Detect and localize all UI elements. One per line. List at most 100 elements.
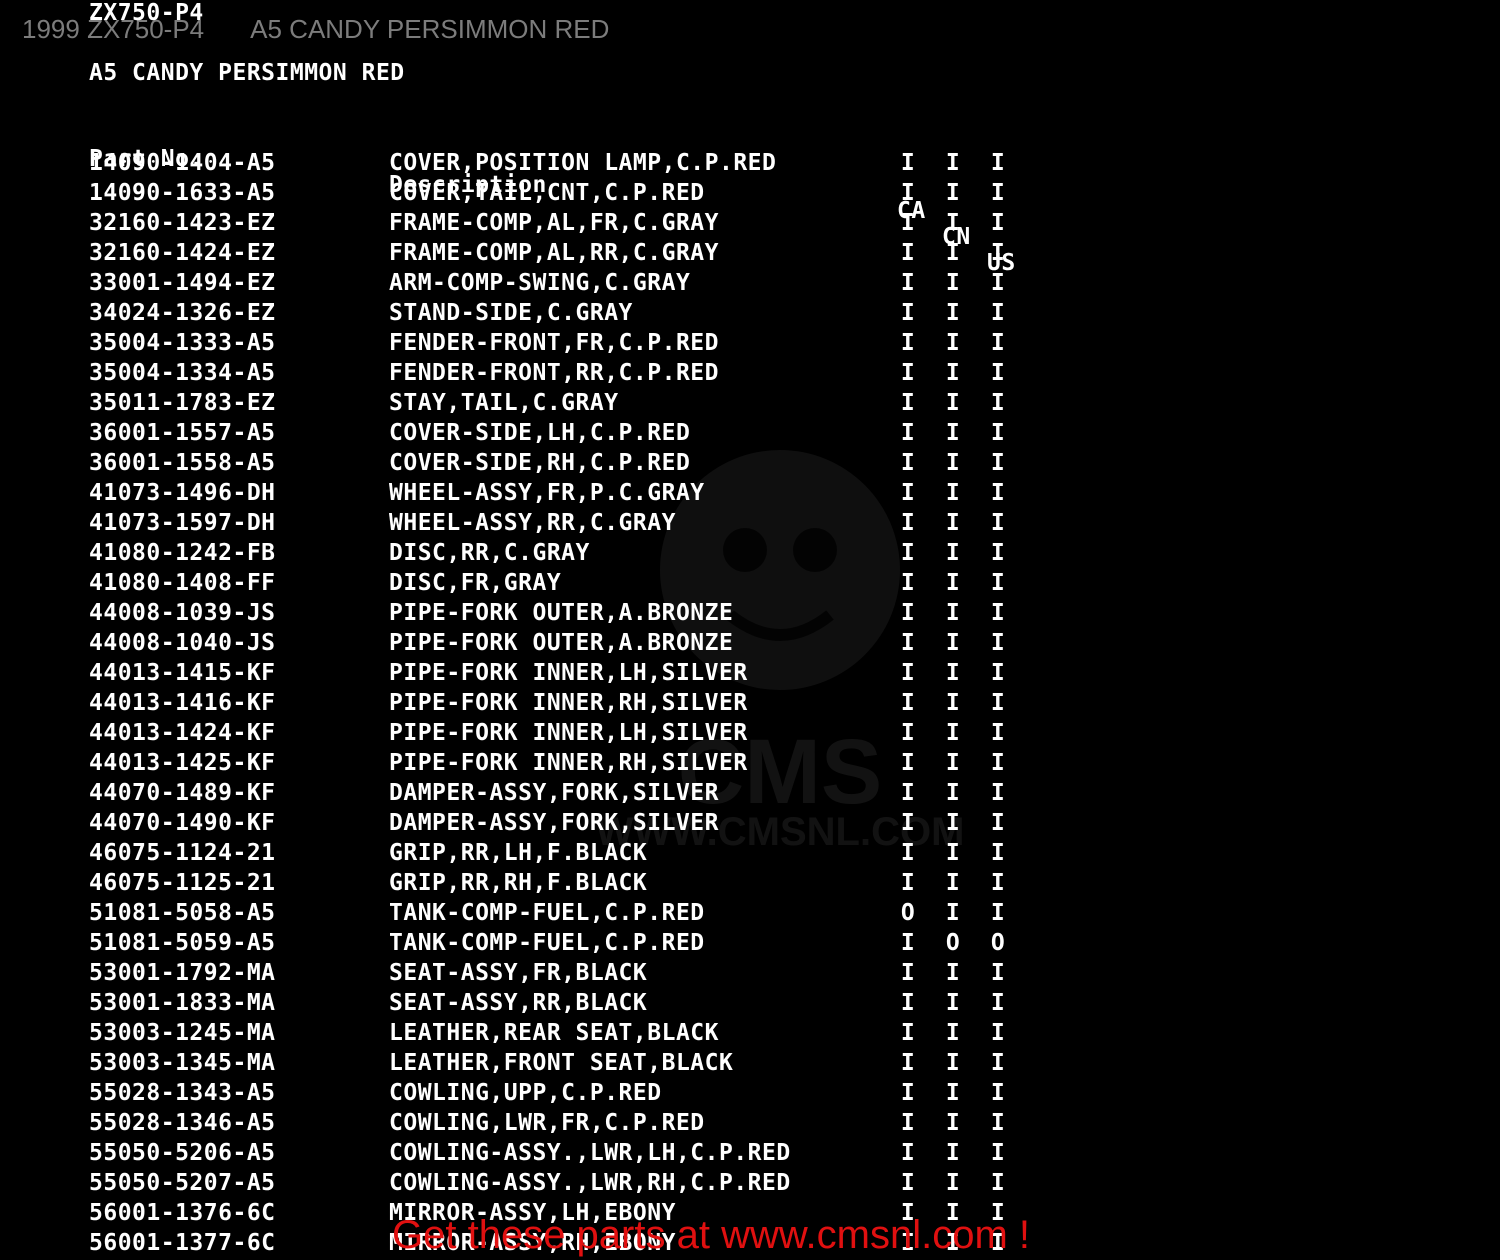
flag-us: O	[990, 930, 1006, 956]
table-row: 34024-1326-EZ STAND-SIDE,C.GRAY I I I	[89, 300, 1089, 330]
part-description: COVER,TAIL,CNT,C.P.RED	[389, 180, 705, 206]
flag-us: I	[990, 1050, 1006, 1076]
part-number: 36001-1558-A5	[89, 450, 276, 476]
flag-cn: I	[945, 330, 961, 356]
flag-us: I	[990, 330, 1006, 356]
table-header: Part No. Description CA CN US	[89, 120, 1089, 276]
flag-ca: I	[900, 930, 916, 956]
flag-cn: I	[945, 480, 961, 506]
part-description: ARM-COMP-SWING,C.GRAY	[389, 270, 691, 296]
part-number: 56001-1376-6C	[89, 1200, 276, 1226]
part-number: 46075-1124-21	[89, 840, 276, 866]
table-row: 32160-1423-EZ FRAME-COMP,AL,FR,C.GRAY I I I	[89, 210, 1089, 240]
part-description: STAND-SIDE,C.GRAY	[389, 300, 633, 326]
flag-us: I	[990, 600, 1006, 626]
flag-ca: I	[900, 540, 916, 566]
flag-ca: I	[900, 1050, 916, 1076]
flag-us: I	[990, 1020, 1006, 1046]
flag-ca: I	[900, 450, 916, 476]
table-row: 53003-1245-MA LEATHER,REAR SEAT,BLACK I I I	[89, 1020, 1089, 1050]
table-row: 55050-5207-A5 COWLING-ASSY.,LWR,RH,C.P.RE…	[89, 1170, 1089, 1200]
flag-cn: I	[945, 600, 961, 626]
table-row: 44070-1489-KF DAMPER-ASSY,FORK,SILVER I I I	[89, 780, 1089, 810]
flag-cn: I	[945, 420, 961, 446]
flag-ca: I	[900, 390, 916, 416]
table-row: 55028-1346-A5 COWLING,LWR,FR,C.P.RED I I I	[89, 1110, 1089, 1140]
flag-us: I	[990, 630, 1006, 656]
flag-ca: I	[900, 870, 916, 896]
flag-ca: I	[900, 1020, 916, 1046]
flag-ca: I	[900, 480, 916, 506]
part-description: GRIP,RR,RH,F.BLACK	[389, 870, 648, 896]
flag-cn: I	[945, 1170, 961, 1196]
flag-us: I	[990, 720, 1006, 746]
flag-ca: I	[900, 180, 916, 206]
flag-cn: I	[945, 360, 961, 386]
flag-ca: O	[900, 900, 916, 926]
table-row: 46075-1124-21 GRIP,RR,LH,F.BLACK I I I	[89, 840, 1089, 870]
flag-ca: I	[900, 690, 916, 716]
flag-ca: I	[900, 600, 916, 626]
table-row: 36001-1557-A5 COVER-SIDE,LH,C.P.RED I I I	[89, 420, 1089, 450]
part-number: 51081-5058-A5	[89, 900, 276, 926]
flag-ca: I	[900, 750, 916, 776]
part-description: DISC,RR,C.GRAY	[389, 540, 590, 566]
part-description: TANK-COMP-FUEL,C.P.RED	[389, 930, 705, 956]
flag-us: I	[990, 1110, 1006, 1136]
flag-cn: I	[945, 450, 961, 476]
part-number: 55028-1346-A5	[89, 1110, 276, 1136]
flag-ca: I	[900, 660, 916, 686]
table-row: 44008-1039-JS PIPE-FORK OUTER,A.BRONZE I I I	[89, 600, 1089, 630]
color-heading: A5 CANDY PERSIMMON RED	[89, 60, 405, 86]
flag-us: I	[990, 960, 1006, 986]
flag-cn: I	[945, 900, 961, 926]
flag-cn: O	[945, 930, 961, 956]
flag-cn: I	[945, 390, 961, 416]
table-row: 14090-1633-A5 COVER,TAIL,CNT,C.P.RED I I I	[89, 180, 1089, 210]
flag-ca: I	[900, 360, 916, 386]
part-description: PIPE-FORK INNER,LH,SILVER	[389, 660, 748, 686]
flag-us: I	[990, 870, 1006, 896]
part-number: 51081-5059-A5	[89, 930, 276, 956]
flag-us: I	[990, 510, 1006, 536]
flag-us: I	[990, 1170, 1006, 1196]
part-number: 53003-1345-MA	[89, 1050, 276, 1076]
table-row: 55050-5206-A5 COWLING-ASSY.,LWR,LH,C.P.RE…	[89, 1140, 1089, 1170]
part-number: 14090-1404-A5	[89, 150, 276, 176]
flag-cn: I	[945, 780, 961, 806]
flag-us: I	[990, 420, 1006, 446]
part-description: TANK-COMP-FUEL,C.P.RED	[389, 900, 705, 926]
promo-banner[interactable]: Get these parts at www.cmsnl.com !	[392, 1213, 1030, 1258]
part-description: COWLING-ASSY.,LWR,LH,C.P.RED	[389, 1140, 791, 1166]
flag-us: I	[990, 480, 1006, 506]
part-description: LEATHER,FRONT SEAT,BLACK	[389, 1050, 734, 1076]
table-row: 14090-1404-A5 COVER,POSITION LAMP,C.P.RED…	[89, 150, 1089, 180]
table-row: 53003-1345-MA LEATHER,FRONT SEAT,BLACK I I I	[89, 1050, 1089, 1080]
flag-us: I	[990, 150, 1006, 176]
flag-ca: I	[900, 840, 916, 866]
part-number: 53001-1833-MA	[89, 990, 276, 1016]
flag-us: I	[990, 750, 1006, 776]
part-description: COWLING,UPP,C.P.RED	[389, 1080, 662, 1106]
part-number: 56001-1377-6C	[89, 1230, 276, 1256]
part-description: SEAT-ASSY,FR,BLACK	[389, 960, 648, 986]
part-number: 41073-1496-DH	[89, 480, 276, 506]
part-number: 55050-5206-A5	[89, 1140, 276, 1166]
flag-ca: I	[900, 1080, 916, 1106]
flag-cn: I	[945, 630, 961, 656]
part-description: COWLING-ASSY.,LWR,RH,C.P.RED	[389, 1170, 791, 1196]
table-row: 44013-1425-KF PIPE-FORK INNER,RH,SILVER I I…	[89, 750, 1089, 780]
part-number: 34024-1326-EZ	[89, 300, 276, 326]
flag-us: I	[990, 810, 1006, 836]
part-number: 35004-1334-A5	[89, 360, 276, 386]
flag-us: I	[990, 300, 1006, 326]
flag-us: I	[990, 690, 1006, 716]
flag-cn: I	[945, 990, 961, 1016]
flag-us: I	[990, 1140, 1006, 1166]
flag-ca: I	[900, 720, 916, 746]
part-number: 46075-1125-21	[89, 870, 276, 896]
flag-ca: I	[900, 150, 916, 176]
table-row: 51081-5059-A5 TANK-COMP-FUEL,C.P.RED I O O	[89, 930, 1089, 960]
part-number: 44013-1425-KF	[89, 750, 276, 776]
flag-us: I	[990, 450, 1006, 476]
